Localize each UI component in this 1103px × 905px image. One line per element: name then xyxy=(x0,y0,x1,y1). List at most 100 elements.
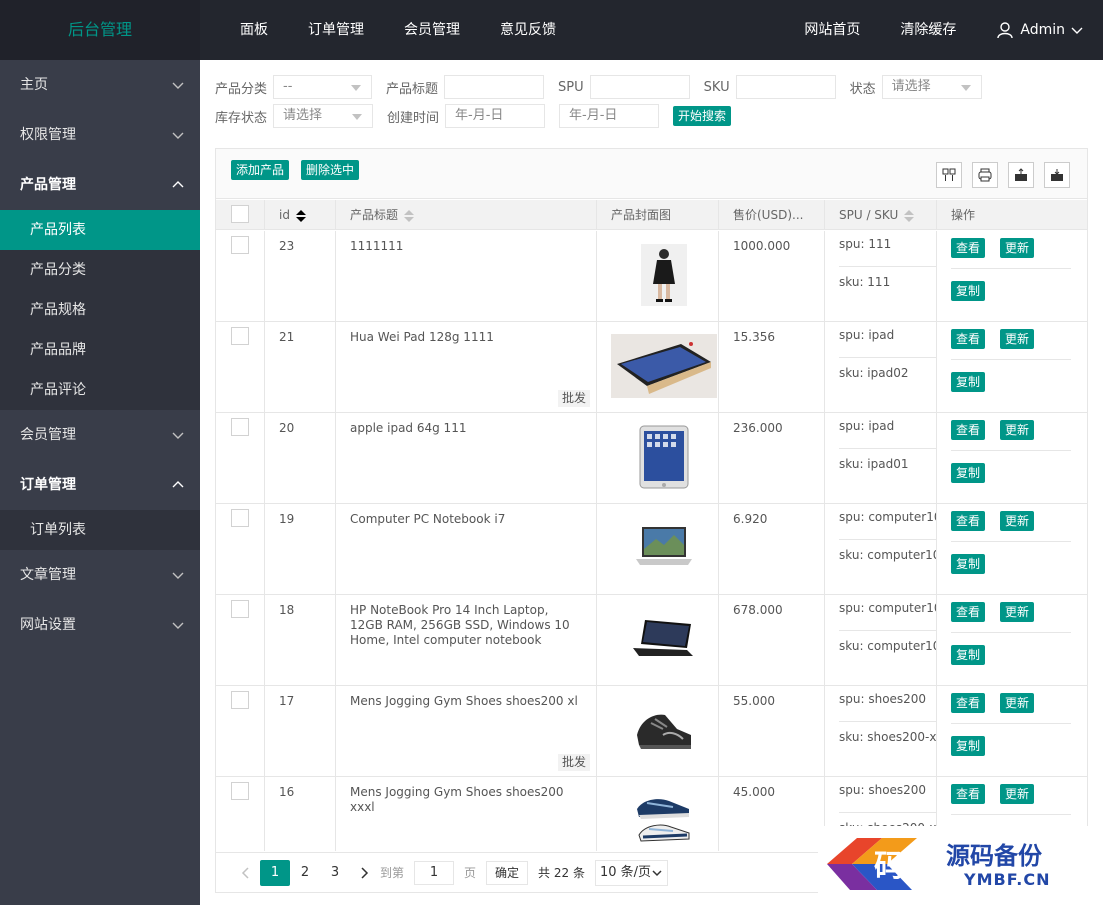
view-button[interactable]: 查看 xyxy=(951,420,986,440)
row-checkbox[interactable] xyxy=(231,418,249,436)
sidebar-item-home[interactable]: 主页 xyxy=(0,60,200,110)
product-thumbnail[interactable] xyxy=(611,510,717,586)
product-thumbnail[interactable] xyxy=(611,237,717,313)
update-button[interactable]: 更新 xyxy=(1000,784,1035,804)
goto-confirm-button[interactable]: 确定 xyxy=(486,860,529,885)
goto-page-input[interactable]: 1 xyxy=(414,860,455,885)
row-checkbox[interactable] xyxy=(231,782,249,800)
main-content: 产品分类 -- 产品标题 SPU SKU 状态 请选择 库存状态 请选择 创建时… xyxy=(200,60,1103,905)
logo[interactable]: 后台管理 xyxy=(0,0,200,60)
row-checkbox[interactable] xyxy=(231,600,249,618)
page-size-select[interactable]: 10 条/页 xyxy=(594,859,669,886)
sidebar-item-order-list[interactable]: 订单列表 xyxy=(0,510,200,550)
import-icon[interactable] xyxy=(1044,162,1070,188)
sort-icon[interactable] xyxy=(904,209,915,222)
view-button[interactable]: 查看 xyxy=(951,511,986,531)
status-select[interactable]: 请选择 xyxy=(881,75,982,99)
row-checkbox[interactable] xyxy=(231,509,249,527)
row-title: Hua Wei Pad 128g 1111 批发 xyxy=(336,322,597,413)
sidebar-item-articles[interactable]: 文章管理 xyxy=(0,550,200,600)
date-start-input[interactable]: 年-月-日 xyxy=(445,104,546,128)
copy-button[interactable]: 复制 xyxy=(951,736,986,756)
update-button[interactable]: 更新 xyxy=(1000,511,1035,531)
update-button[interactable]: 更新 xyxy=(1000,420,1035,440)
row-spu: spu: computer100 xyxy=(839,601,936,631)
sidebar-item-product-spec[interactable]: 产品规格 xyxy=(0,290,200,330)
header-title[interactable]: 产品标题 xyxy=(336,200,597,230)
print-icon[interactable] xyxy=(972,162,998,188)
watermark-url: YMBF.CN xyxy=(964,870,1051,889)
sidebar-item-product-list[interactable]: 产品列表 xyxy=(0,210,200,250)
date-end-input[interactable]: 年-月-日 xyxy=(559,104,660,128)
copy-button[interactable]: 复制 xyxy=(951,281,986,301)
sku-input[interactable] xyxy=(735,75,836,99)
delete-selected-button[interactable]: 删除选中 xyxy=(301,160,360,180)
view-button[interactable]: 查看 xyxy=(951,238,986,258)
row-checkbox-cell xyxy=(216,595,265,686)
chevron-down-icon xyxy=(172,432,184,439)
header-id[interactable]: id xyxy=(265,200,336,230)
date-placeholder: 年-月-日 xyxy=(455,108,504,123)
row-checkbox-cell xyxy=(216,686,265,777)
view-button[interactable]: 查看 xyxy=(951,329,986,349)
top-nav-feedback[interactable]: 意见反馈 xyxy=(480,0,576,60)
columns-icon[interactable] xyxy=(936,162,962,188)
chevron-down-icon xyxy=(1071,27,1083,34)
update-button[interactable]: 更新 xyxy=(1000,329,1035,349)
row-checkbox[interactable] xyxy=(231,327,249,345)
select-all-checkbox[interactable] xyxy=(231,205,249,223)
header-price[interactable]: 售价(USD)... xyxy=(719,200,825,230)
top-nav-members[interactable]: 会员管理 xyxy=(384,0,480,60)
add-product-button[interactable]: 添加产品 xyxy=(231,160,290,180)
update-button[interactable]: 更新 xyxy=(1000,602,1035,622)
title-input[interactable] xyxy=(444,75,545,99)
top-nav-dashboard[interactable]: 面板 xyxy=(220,0,288,60)
copy-button[interactable]: 复制 xyxy=(951,645,986,665)
copy-button[interactable]: 复制 xyxy=(951,372,986,392)
update-button[interactable]: 更新 xyxy=(1000,693,1035,713)
prev-page-icon[interactable] xyxy=(230,860,260,886)
page-3[interactable]: 3 xyxy=(320,860,350,886)
product-thumbnail[interactable] xyxy=(611,328,717,404)
view-button[interactable]: 查看 xyxy=(951,784,986,804)
page-2[interactable]: 2 xyxy=(290,860,320,886)
top-nav-orders[interactable]: 订单管理 xyxy=(288,0,384,60)
sort-icon[interactable] xyxy=(295,209,306,222)
row-price: 6.920 xyxy=(719,504,825,595)
product-thumbnail[interactable] xyxy=(611,692,717,768)
sidebar-item-site-settings[interactable]: 网站设置 xyxy=(0,600,200,650)
sidebar-item-products[interactable]: 产品管理 xyxy=(0,160,200,210)
category-select[interactable]: -- xyxy=(273,75,373,99)
table-header: id 产品标题 产品封面图 售价(USD)... SPU / SKU 操作 xyxy=(216,200,1087,230)
view-button[interactable]: 查看 xyxy=(951,602,986,622)
next-page-icon[interactable] xyxy=(350,860,380,886)
export-icon[interactable] xyxy=(1008,162,1034,188)
sidebar-item-permissions[interactable]: 权限管理 xyxy=(0,110,200,160)
sidebar-item-product-review[interactable]: 产品评论 xyxy=(0,370,200,410)
sort-icon[interactable] xyxy=(404,209,415,222)
sidebar-item-product-category[interactable]: 产品分类 xyxy=(0,250,200,290)
sku-label: SKU xyxy=(703,79,730,95)
user-menu[interactable]: Admin xyxy=(976,0,1103,60)
table-row: 18 HP NoteBook Pro 14 Inch Laptop, 12GB R… xyxy=(216,595,1087,686)
copy-button[interactable]: 复制 xyxy=(951,463,986,483)
row-id-value: 23 xyxy=(279,239,295,253)
site-home-link[interactable]: 网站首页 xyxy=(784,0,880,60)
row-checkbox[interactable] xyxy=(231,236,249,254)
product-thumbnail[interactable] xyxy=(611,783,717,851)
product-thumbnail[interactable] xyxy=(611,601,717,677)
header-spu-sku[interactable]: SPU / SKU xyxy=(825,200,937,230)
sidebar-item-product-brand[interactable]: 产品品牌 xyxy=(0,330,200,370)
product-thumbnail[interactable] xyxy=(611,419,717,495)
search-button[interactable]: 开始搜索 xyxy=(673,106,732,126)
page-1[interactable]: 1 xyxy=(260,859,290,886)
spu-input[interactable] xyxy=(589,75,690,99)
row-checkbox[interactable] xyxy=(231,691,249,709)
copy-button[interactable]: 复制 xyxy=(951,554,986,574)
stock-select[interactable]: 请选择 xyxy=(273,104,374,128)
sidebar-item-members[interactable]: 会员管理 xyxy=(0,410,200,460)
clear-cache-link[interactable]: 清除缓存 xyxy=(880,0,976,60)
view-button[interactable]: 查看 xyxy=(951,693,986,713)
sidebar-item-orders[interactable]: 订单管理 xyxy=(0,460,200,510)
update-button[interactable]: 更新 xyxy=(1000,238,1035,258)
